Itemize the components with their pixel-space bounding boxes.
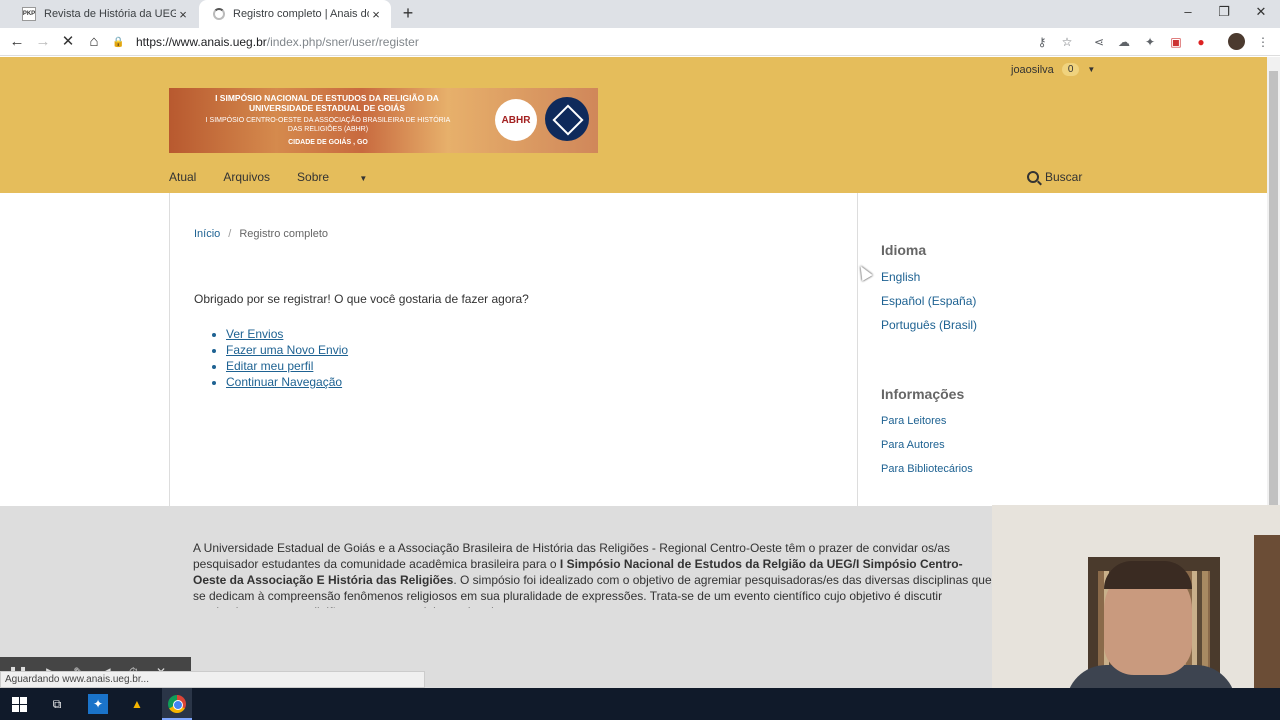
language-spanish-link[interactable]: Español (España): [881, 294, 976, 308]
event-banner[interactable]: I SIMPÓSIO NACIONAL DE ESTUDOS DA RELIGI…: [169, 88, 598, 153]
chrome-icon[interactable]: [167, 694, 187, 714]
user-menu[interactable]: joaosilva 0 ▼: [1011, 63, 1095, 76]
language-portuguese-link[interactable]: Português (Brasil): [881, 318, 977, 332]
tab-title: Revista de História da UEG (ISSN: [44, 8, 176, 20]
drive-icon[interactable]: ▲: [127, 694, 147, 714]
chevron-down-icon: ▼: [359, 174, 368, 183]
next-actions-list: Ver Envios Fazer uma Novo Envio Editar m…: [226, 326, 348, 390]
extension-record-icon[interactable]: ●: [1193, 34, 1209, 50]
banner-title: I SIMPÓSIO NACIONAL DE ESTUDOS DA RELIGI…: [215, 93, 439, 113]
close-tab-icon[interactable]: ×: [176, 7, 190, 22]
banner-location: CIDADE DE GOIÁS , GO: [288, 139, 368, 146]
edit-profile-link[interactable]: Editar meu perfil: [226, 359, 313, 373]
browser-status-bar: Aguardando www.anais.ueg.br...: [0, 671, 425, 688]
app-bird-icon[interactable]: ✦: [88, 694, 108, 714]
search-link[interactable]: Buscar: [1027, 170, 1082, 184]
back-icon[interactable]: ←: [7, 32, 27, 52]
registration-thanks-message: Obrigado por se registrar! O que você go…: [194, 292, 529, 306]
main-navigation: Atual Arquivos Sobre ▼: [169, 170, 421, 184]
pkp-favicon-icon: PKP: [22, 7, 36, 21]
pdf-extension-icon[interactable]: ▣: [1168, 34, 1184, 50]
chevron-down-icon[interactable]: ▼: [1087, 65, 1095, 74]
presenter-hair: [1104, 561, 1192, 589]
list-item: Fazer uma Novo Envio: [226, 342, 348, 358]
site-header: joaosilva 0 ▼ I SIMPÓSIO NACIONAL DE EST…: [0, 57, 1267, 193]
new-submission-link[interactable]: Fazer uma Novo Envio: [226, 343, 348, 357]
banner-subtitle: I SIMPÓSIO CENTRO-OESTE DA ASSOCIAÇÃO BR…: [205, 117, 451, 133]
stop-loading-icon[interactable]: ✕: [58, 32, 78, 52]
lock-icon: 🔒: [112, 36, 125, 48]
new-tab-button[interactable]: +: [398, 3, 418, 23]
tab-title: Registro completo | Anais do Sim: [233, 8, 369, 20]
continue-browsing-link[interactable]: Continuar Navegação: [226, 375, 342, 389]
share-icon[interactable]: ⋖: [1091, 34, 1107, 50]
for-librarians-link[interactable]: Para Bibliotecários: [881, 463, 973, 475]
browser-toolbar: ← → ✕ ⌂ 🔒 https://www.anais.ueg.br/index…: [0, 28, 1280, 56]
ueg-logo: [545, 97, 589, 141]
task-view-icon[interactable]: ⧉: [47, 694, 67, 714]
abhr-logo: ABHR: [495, 99, 537, 141]
restore-icon[interactable]: ❐: [1206, 0, 1242, 28]
breadcrumb-current: Registro completo: [239, 228, 329, 240]
info-block-title: Informações: [881, 386, 965, 402]
browser-tab-2[interactable]: Registro completo | Anais do Sim ×: [199, 0, 391, 28]
close-tab-icon[interactable]: ×: [369, 7, 383, 22]
list-item: Ver Envios: [226, 326, 348, 342]
main-content: Início / Registro completo Obrigado por se…: [169, 193, 858, 506]
key-icon[interactable]: ⚷: [1034, 34, 1050, 50]
loading-spinner-icon: [213, 8, 225, 20]
extension-puzzle-icon[interactable]: ✦: [1142, 34, 1158, 50]
minimize-icon[interactable]: –: [1170, 0, 1206, 28]
footer-description: A Universidade Estadual de Goiás e a Ass…: [193, 540, 993, 608]
browser-tab-1[interactable]: PKP Revista de História da UEG (ISSN ×: [8, 0, 198, 28]
url-path: /index.php/sner/user/register: [266, 35, 419, 49]
for-authors-link[interactable]: Para Autores: [881, 439, 945, 451]
notification-badge: 0: [1061, 63, 1080, 76]
home-icon[interactable]: ⌂: [84, 32, 104, 52]
nav-item-sobre-label: Sobre: [297, 170, 330, 184]
forward-icon[interactable]: →: [33, 32, 53, 52]
search-label: Buscar: [1045, 170, 1083, 184]
nav-item-atual[interactable]: Atual: [169, 170, 196, 184]
username[interactable]: joaosilva: [1011, 64, 1054, 76]
list-item: Editar meu perfil: [226, 358, 348, 374]
language-english-link[interactable]: English: [881, 270, 920, 284]
bookmark-star-icon[interactable]: ☆: [1059, 34, 1075, 50]
menu-kebab-icon[interactable]: ⋮: [1255, 34, 1271, 50]
language-block-title: Idioma: [881, 242, 927, 258]
view-submissions-link[interactable]: Ver Envios: [226, 327, 283, 341]
list-item: Continuar Navegação: [226, 374, 348, 390]
close-window-icon[interactable]: ✕: [1243, 0, 1279, 28]
address-bar[interactable]: 🔒 https://www.anais.ueg.br/index.php/sne…: [112, 31, 1082, 53]
windows-start-icon[interactable]: [9, 694, 29, 714]
extension-cloud-icon[interactable]: ☁: [1116, 34, 1132, 50]
breadcrumb: Início / Registro completo: [194, 228, 329, 240]
nav-item-arquivos[interactable]: Arquivos: [223, 170, 270, 184]
for-readers-link[interactable]: Para Leitores: [881, 415, 946, 427]
browser-tab-strip: PKP Revista de História da UEG (ISSN × R…: [0, 0, 1280, 28]
windows-taskbar: ⧉ ✦ ▲: [0, 688, 1280, 720]
breadcrumb-home-link[interactable]: Início: [194, 228, 220, 240]
profile-avatar[interactable]: [1228, 33, 1245, 50]
search-icon: [1027, 171, 1039, 183]
nav-item-sobre[interactable]: Sobre ▼: [297, 170, 394, 184]
url-host: https://www.anais.ueg.br: [136, 35, 267, 49]
